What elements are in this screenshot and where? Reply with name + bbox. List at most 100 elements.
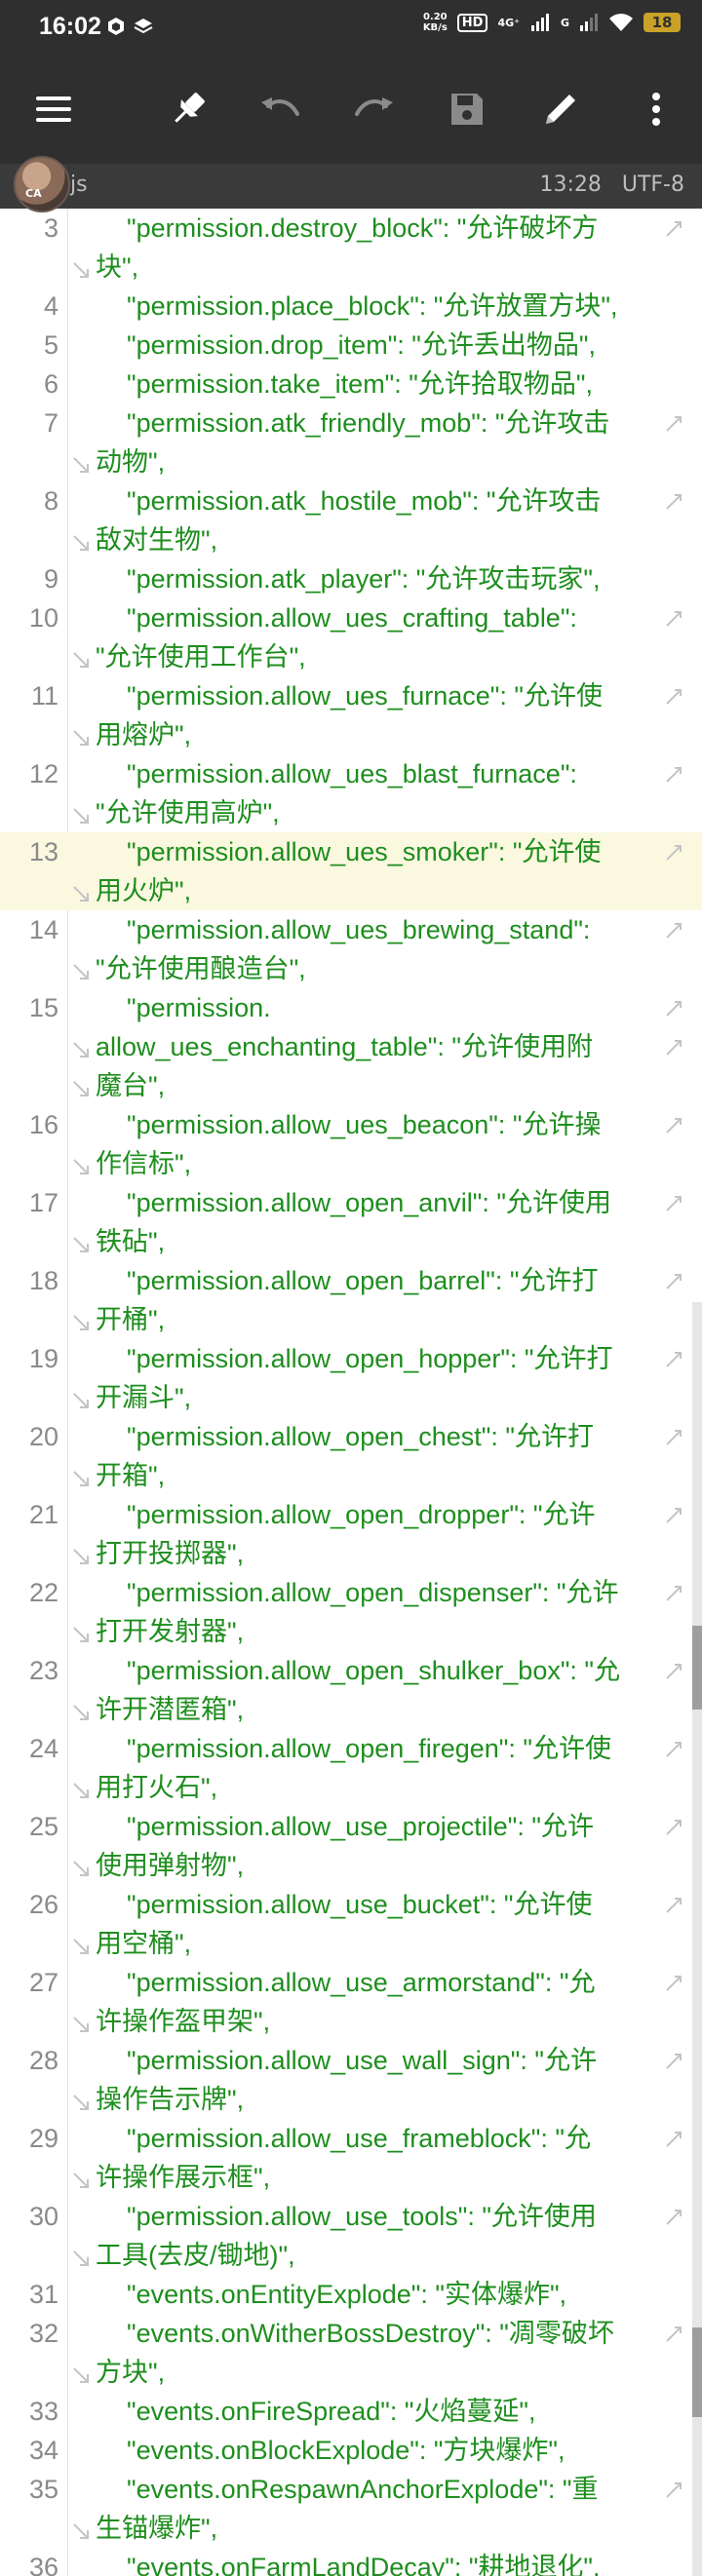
signal-label: 4G⁺: [497, 16, 520, 29]
code-line[interactable]: 25 "permission.allow_use_projectile": "允许…: [0, 1807, 702, 1885]
code-string: 铁砧",: [96, 1227, 166, 1256]
code-text-continuation: 生锚爆炸",: [0, 2509, 702, 2548]
line-wrap-icon: [666, 1898, 682, 1913]
code-string: 开桶",: [96, 1305, 166, 1334]
scrollbar-thumb[interactable]: [692, 1626, 702, 1710]
code-text-continuation: 方块",: [0, 2353, 702, 2392]
code-text-continuation: 用火炉",: [0, 871, 702, 910]
code-string: 许开潜匿箱",: [96, 1695, 245, 1724]
code-text: "permission.allow_open_dropper": "允许: [0, 1495, 702, 1534]
redo-button[interactable]: [347, 82, 402, 136]
file-name: js: [70, 173, 88, 197]
code-string: 作信标",: [96, 1149, 192, 1178]
battery-icon: 18: [644, 13, 681, 32]
code-text-continuation: 块",: [0, 248, 702, 287]
code-line[interactable]: 13 "permission.allow_ues_smoker": "允许使 用火炉…: [0, 832, 702, 910]
code-text-continuation: "允许使用高炉",: [0, 793, 702, 832]
avatar[interactable]: CA: [14, 156, 70, 212]
code-line[interactable]: 17 "permission.allow_open_anvil": "允许使用 铁砧…: [0, 1183, 702, 1261]
code-text-continuation: 打开发射器",: [0, 1612, 702, 1651]
code-line[interactable]: 26 "permission.allow_use_bucket": "允许使 用空桶…: [0, 1885, 702, 1963]
code-string: "permission.place_block": "允许放置方块",: [127, 291, 618, 321]
code-string: allow_ues_enchanting_table": "允许使用附: [96, 1032, 593, 1061]
code-line[interactable]: 36 "events.onFarmLandDecay": "耕地退化",: [0, 2548, 702, 2576]
undo-button[interactable]: [253, 82, 307, 136]
code-text: "permission.allow_open_firegen": "允许使: [0, 1729, 702, 1768]
wrap-continuation-icon: [73, 1627, 89, 1642]
code-line[interactable]: 18 "permission.allow_open_barrel": "允许打 开桶…: [0, 1261, 702, 1339]
wrap-continuation-icon: [73, 1315, 89, 1330]
file-time: 13:28: [539, 173, 602, 197]
code-line[interactable]: 21 "permission.allow_open_dropper": "允许 打开…: [0, 1495, 702, 1573]
code-string: "允许使用高炉",: [96, 798, 280, 827]
code-line[interactable]: 29 "permission.allow_use_frameblock": "允许…: [0, 2119, 702, 2197]
wrap-continuation-icon: [73, 2250, 89, 2266]
save-button[interactable]: [440, 82, 494, 136]
code-text: "permission.allow_ues_smoker": "允许使: [0, 832, 702, 871]
code-line[interactable]: 3 "permission.destroy_block": "允许破坏方 块",: [0, 209, 702, 287]
code-line[interactable]: 23 "permission.allow_open_shulker_box": "…: [0, 1651, 702, 1729]
code-string: "permission.allow_use_tools": "允许使用: [127, 2202, 597, 2231]
code-string: 开箱",: [96, 1461, 166, 1490]
code-string: 用打火石",: [96, 1773, 218, 1802]
code-editor[interactable]: 3 "permission.destroy_block": "允许破坏方 块", 4 "…: [0, 209, 702, 2576]
undo-icon: [261, 97, 299, 116]
code-string: "permission.allow_open_dropper": "允许: [127, 1500, 596, 1529]
code-line[interactable]: 24 "permission.allow_open_firegen": "允许使用…: [0, 1729, 702, 1807]
code-line[interactable]: 33 "events.onFireSpread": "火焰蔓延",: [0, 2392, 702, 2431]
code-line[interactable]: 16 "permission.allow_ues_beacon": "允许操 作信标…: [0, 1105, 702, 1183]
code-string: 敌对生物",: [96, 525, 218, 555]
code-line[interactable]: 28 "permission.allow_use_wall_sign": "允许操…: [0, 2041, 702, 2119]
code-text-continuation: "允许使用酿造台",: [0, 949, 702, 988]
code-text: "permission.allow_open_anvil": "允许使用: [0, 1183, 702, 1222]
code-line[interactable]: 34 "events.onBlockExplode": "方块爆炸",: [0, 2431, 702, 2470]
code-line[interactable]: 27 "permission.allow_use_armorstand": "允许…: [0, 1963, 702, 2041]
code-text-continuation: 许开潜匿箱",: [0, 1690, 702, 1729]
code-line[interactable]: 31 "events.onEntityExplode": "实体爆炸",: [0, 2275, 702, 2314]
code-text-continuation: "允许使用工作台",: [0, 637, 702, 676]
code-string: 工具(去皮/锄地)",: [96, 2241, 295, 2270]
notification-icons: [105, 16, 154, 37]
code-line[interactable]: 10 "permission.allow_ues_crafting_table":…: [0, 598, 702, 676]
code-string: 打开发射器",: [96, 1617, 245, 1646]
code-line[interactable]: 8 "permission.atk_hostile_mob": "允许攻击 敌对生物…: [0, 481, 702, 559]
code-text: "permission.allow_use_armorstand": "允: [0, 1963, 702, 2002]
line-wrap-icon: [666, 1001, 682, 1017]
line-wrap-icon: [666, 1664, 682, 1679]
code-line[interactable]: 9 "permission.atk_player": "允许攻击玩家",: [0, 559, 702, 598]
code-line[interactable]: 19 "permission.allow_open_hopper": "允许打 开漏…: [0, 1339, 702, 1417]
code-line[interactable]: 14 "permission.allow_ues_brewing_stand": "…: [0, 910, 702, 988]
code-string: 用空桶",: [96, 1929, 192, 1958]
code-line[interactable]: 20 "permission.allow_open_chest": "允许打 开箱"…: [0, 1417, 702, 1495]
pin-button[interactable]: [161, 82, 215, 136]
code-line[interactable]: 6 "permission.take_item": "允许拾取物品",: [0, 365, 702, 404]
line-wrap-icon: [666, 416, 682, 432]
code-line[interactable]: 22 "permission.allow_open_dispenser": "允许…: [0, 1573, 702, 1651]
scrollbar-thumb-secondary[interactable]: [692, 2327, 702, 2417]
line-wrap-icon: [666, 1352, 682, 1367]
code-string: 动物",: [96, 447, 166, 477]
code-line[interactable]: 7 "permission.atk_friendly_mob": "允许攻击 动物"…: [0, 404, 702, 481]
code-text: "events.onFarmLandDecay": "耕地退化",: [0, 2548, 702, 2576]
more-options-button[interactable]: [629, 82, 683, 136]
code-line[interactable]: 32 "events.onWitherBossDestroy": "凋零破坏 方块"…: [0, 2314, 702, 2392]
code-string: "允许使用工作台",: [96, 642, 306, 672]
wrap-continuation-icon: [73, 1549, 89, 1564]
code-line[interactable]: 5 "permission.drop_item": "允许丢出物品",: [0, 326, 702, 365]
code-line[interactable]: 12 "permission.allow_ues_blast_furnace": "…: [0, 754, 702, 832]
wifi-icon: [609, 14, 633, 31]
code-text: "permission.allow_ues_brewing_stand":: [0, 910, 702, 949]
wrap-continuation-icon: [73, 1783, 89, 1798]
code-string: "permission.allow_ues_brewing_stand":: [127, 915, 591, 944]
code-line[interactable]: 4 "permission.place_block": "允许放置方块",: [0, 287, 702, 326]
code-line[interactable]: 35 "events.onRespawnAnchorExplode": "重 生锚爆…: [0, 2470, 702, 2548]
code-line[interactable]: 11 "permission.allow_ues_furnace": "允许使 用熔…: [0, 676, 702, 754]
code-text-continuation: 作信标",: [0, 1144, 702, 1183]
code-line[interactable]: 30 "permission.allow_use_tools": "允许使用 工具(…: [0, 2197, 702, 2275]
file-meta: 13:28 UTF-8: [539, 173, 684, 197]
edit-button[interactable]: [533, 82, 588, 136]
wrap-continuation-icon: [73, 2367, 89, 2383]
code-line[interactable]: 15 "permission. allow_ues_enchanting_table…: [0, 988, 702, 1105]
menu-button[interactable]: [26, 82, 81, 136]
avatar-text: CA: [25, 187, 42, 200]
